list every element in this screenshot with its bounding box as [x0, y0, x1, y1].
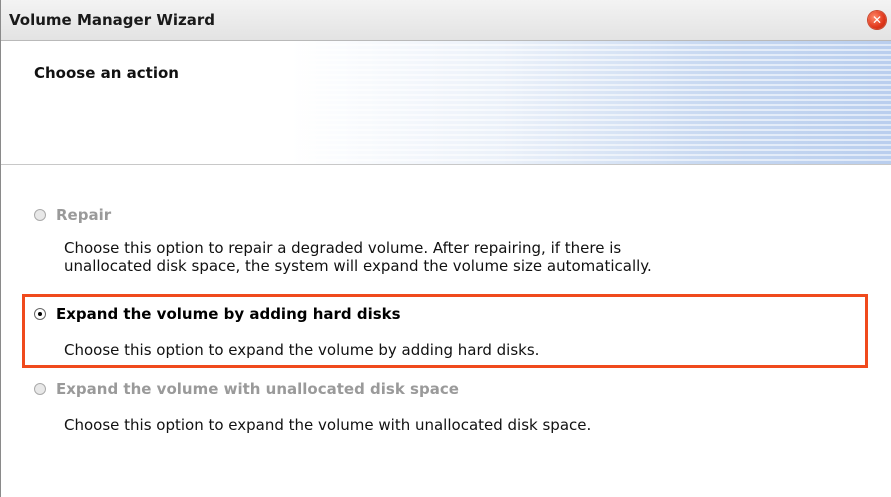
option-expand-unallocated[interactable]: Expand the volume with unallocated disk … — [34, 380, 459, 398]
option-expand-unallocated-label: Expand the volume with unallocated disk … — [56, 380, 459, 398]
title-bar: Volume Manager Wizard ✕ — [1, 0, 891, 41]
wizard-window: Volume Manager Wizard ✕ Choose an action… — [0, 0, 891, 497]
option-repair-description: Choose this option to repair a degraded … — [64, 239, 824, 275]
radio-expand-unallocated[interactable] — [34, 383, 46, 395]
option-expand-add-disks-label: Expand the volume by adding hard disks — [56, 305, 401, 323]
option-expand-add-disks-description: Choose this option to expand the volume … — [64, 341, 540, 359]
option-repair-description-line1: Choose this option to repair a degraded … — [64, 239, 622, 257]
option-expand-unallocated-description: Choose this option to expand the volume … — [64, 416, 592, 434]
option-repair-description-line2: unallocated disk space, the system will … — [64, 257, 652, 275]
wizard-header: Choose an action — [1, 41, 891, 165]
option-expand-add-disks[interactable]: Expand the volume by adding hard disks — [34, 305, 401, 323]
radio-expand-add-disks[interactable] — [34, 308, 46, 320]
radio-repair[interactable] — [34, 209, 46, 221]
option-repair-label: Repair — [56, 206, 112, 224]
option-repair[interactable]: Repair — [34, 206, 111, 224]
header-decoration — [291, 41, 891, 164]
close-icon[interactable]: ✕ — [868, 11, 886, 29]
window-title: Volume Manager Wizard — [9, 11, 215, 29]
page-title: Choose an action — [34, 64, 179, 82]
